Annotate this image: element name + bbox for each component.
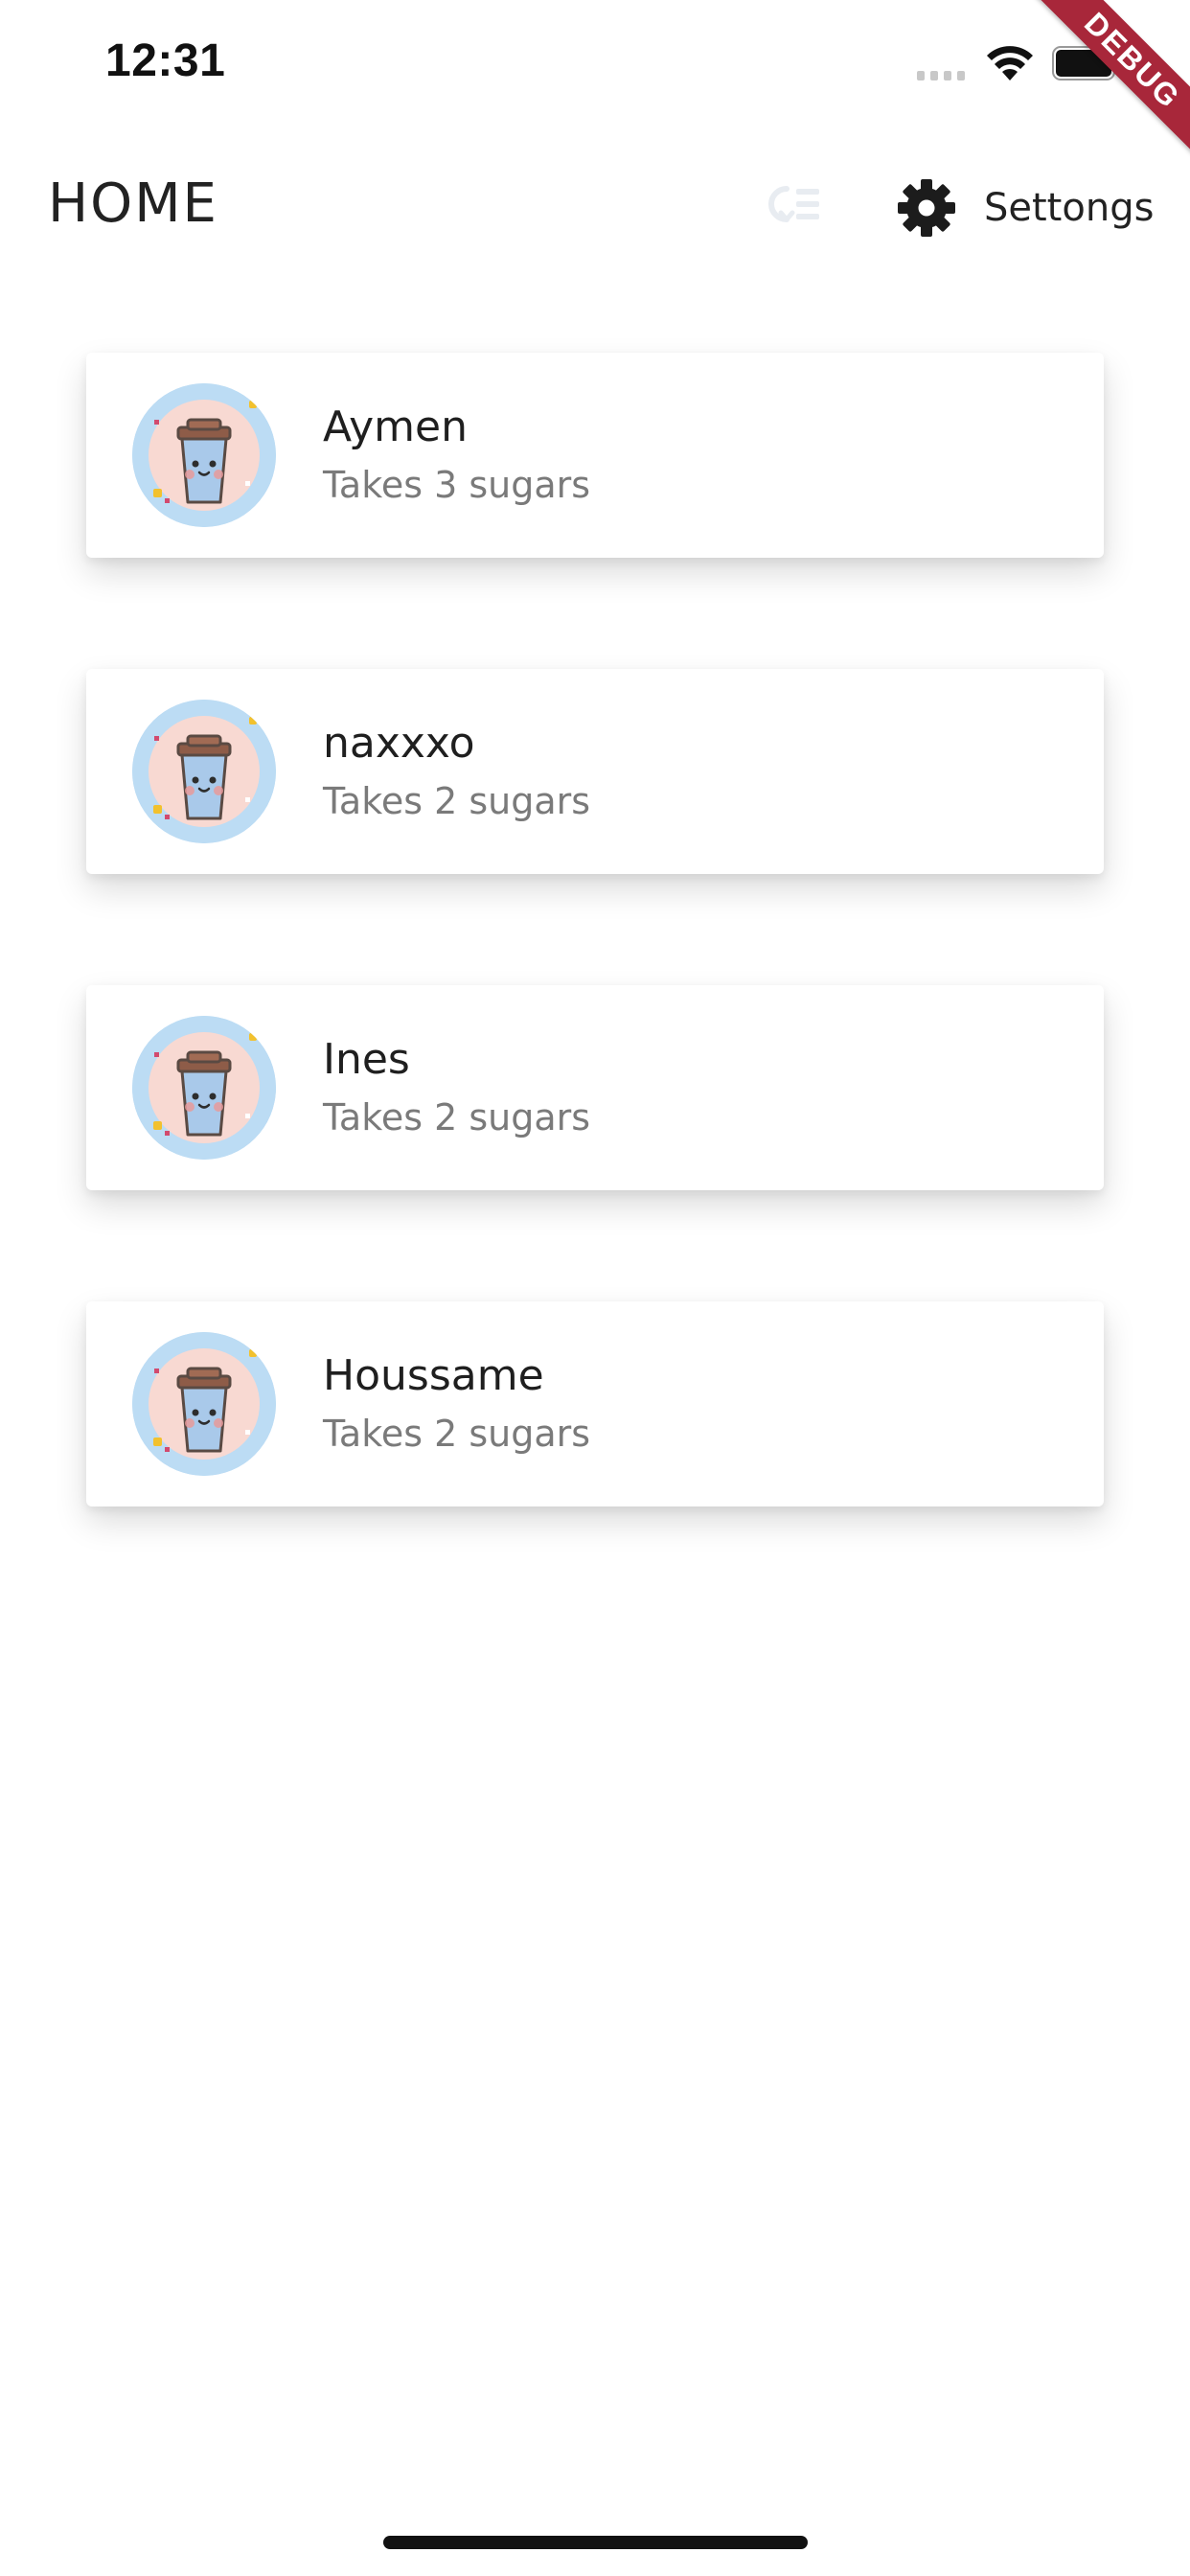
- home-indicator[interactable]: [383, 2536, 808, 2549]
- list-item[interactable]: Ines Takes 2 sugars: [86, 985, 1104, 1190]
- coffee-cup-icon: [132, 1016, 276, 1160]
- avatar: [132, 1332, 276, 1476]
- card-subtitle: Takes 2 sugars: [323, 1096, 591, 1138]
- coffee-cup-icon: [132, 383, 276, 527]
- avatar: [132, 383, 276, 527]
- card-name: naxxxo: [323, 719, 475, 768]
- card-subtitle: Takes 2 sugars: [323, 1413, 591, 1455]
- card-name: Ines: [323, 1035, 410, 1084]
- list-item[interactable]: Houssame Takes 2 sugars: [86, 1301, 1104, 1506]
- card-name: Aymen: [323, 402, 468, 451]
- card-subtitle: Takes 3 sugars: [323, 464, 591, 506]
- status-bar: 12:31: [0, 0, 1190, 125]
- card-name: Houssame: [323, 1351, 544, 1400]
- coffee-cup-icon: [132, 700, 276, 843]
- coffee-cup-icon: [132, 1332, 276, 1476]
- avatar: [132, 700, 276, 843]
- signal-icon: [917, 71, 965, 80]
- filter-button[interactable]: [755, 171, 832, 238]
- page-title: HOME: [48, 172, 218, 235]
- wifi-icon: [987, 46, 1033, 80]
- list-item[interactable]: naxxxo Takes 2 sugars: [86, 669, 1104, 874]
- settings-label: Settongs: [984, 186, 1155, 230]
- card-subtitle: Takes 2 sugars: [323, 780, 591, 822]
- list-item[interactable]: Aymen Takes 3 sugars: [86, 353, 1104, 558]
- battery-icon: [1052, 46, 1121, 80]
- gear-icon: [898, 179, 955, 237]
- filter-list-icon: [768, 186, 819, 222]
- status-time: 12:31: [105, 35, 226, 86]
- avatar: [132, 1016, 276, 1160]
- settings-button[interactable]: Settongs: [896, 172, 1154, 243]
- app-bar: HOME Settongs: [0, 134, 1190, 278]
